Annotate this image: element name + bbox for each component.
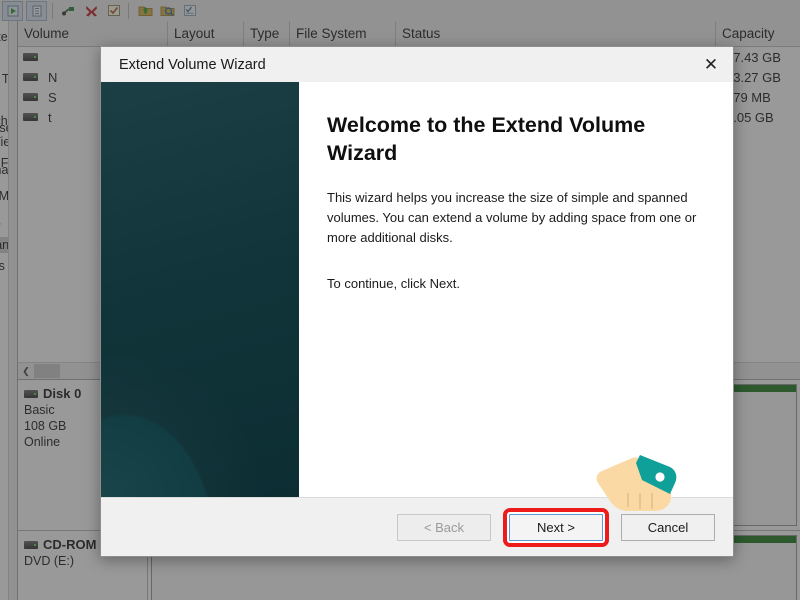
pointing-hand-cursor-icon	[592, 447, 684, 522]
wizard-description: This wizard helps you increase the size …	[327, 189, 697, 246]
wizard-heading: Welcome to the Extend Volume Wizard	[327, 113, 646, 165]
close-icon[interactable]: ✕	[689, 48, 733, 82]
dialog-title-bar[interactable]: Extend Volume Wizard ✕	[101, 47, 733, 82]
wizard-continue-hint: To continue, click Next.	[327, 276, 460, 292]
next-button[interactable]: Next >	[509, 513, 603, 541]
dialog-title: Extend Volume Wizard	[119, 56, 266, 73]
wizard-content: Welcome to the Extend Volume Wizard This…	[299, 82, 733, 497]
back-button: < Back	[397, 513, 491, 541]
screen-root: Computer Management (Local) System Tools…	[0, 0, 800, 600]
dialog-main: Welcome to the Extend Volume Wizard This…	[101, 82, 733, 497]
back-button-wrap: < Back	[397, 513, 491, 541]
wizard-banner-image	[101, 82, 299, 497]
